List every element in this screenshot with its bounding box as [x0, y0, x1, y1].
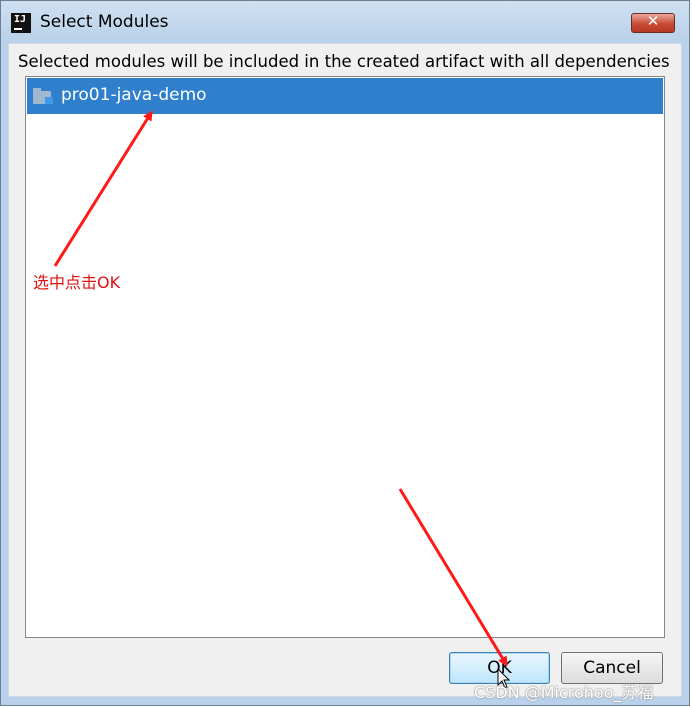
watermark: CSDN @Microhoo_苏福	[474, 683, 654, 702]
annotation-text: 选中点击OK	[33, 273, 121, 292]
intellij-app-icon: IJ	[11, 13, 31, 33]
module-label: pro01-java-demo	[61, 85, 207, 105]
module-list[interactable]: pro01-java-demo	[25, 76, 665, 638]
dialog-title: Select Modules	[40, 12, 169, 32]
module-list-item[interactable]: pro01-java-demo	[27, 78, 663, 114]
instruction-text: Selected modules will be included in the…	[18, 52, 670, 71]
close-button[interactable]: ✕	[631, 12, 675, 33]
close-icon: ✕	[646, 12, 660, 30]
title-bar[interactable]: IJ Select Modules ✕	[1, 1, 689, 43]
module-folder-icon	[33, 88, 53, 104]
